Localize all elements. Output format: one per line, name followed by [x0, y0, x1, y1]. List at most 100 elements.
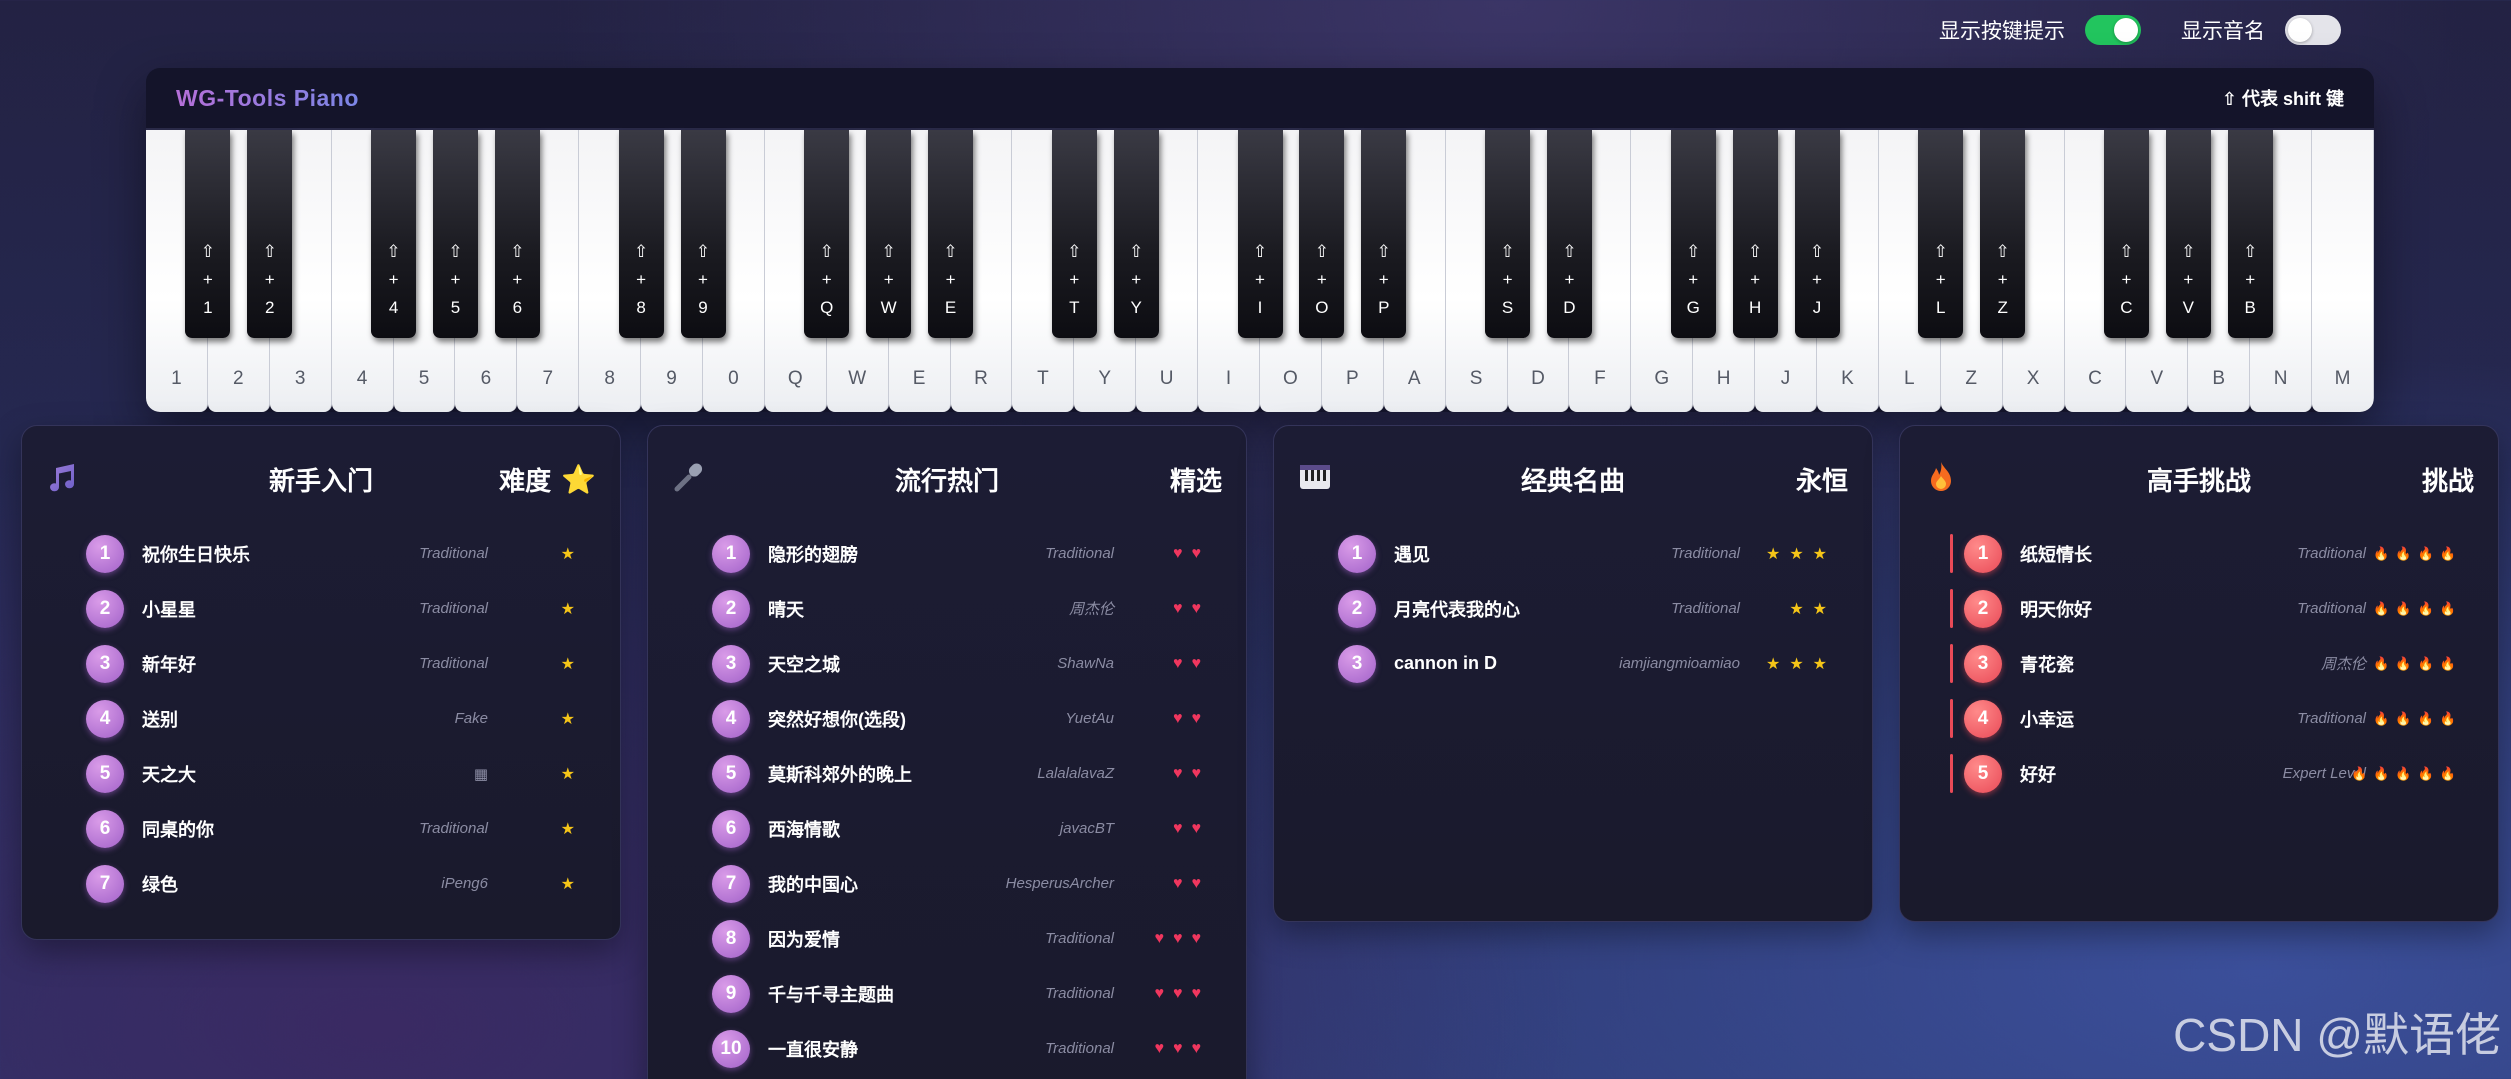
song-item[interactable]: 1 祝你生日快乐 Traditional ★ — [22, 526, 620, 581]
difficulty-rating: ♥♥ — [1173, 654, 1210, 672]
song-author: 周杰伦 — [2320, 656, 2366, 673]
song-item[interactable]: 2 晴天 周杰伦 ♥♥ — [648, 581, 1246, 636]
black-key[interactable]: ⇧ + 1 — [185, 130, 231, 338]
card-tag-label: 挑战 — [2421, 466, 2474, 496]
black-key-label: ⇧ + H — [1747, 242, 1763, 317]
black-key[interactable]: ⇧ + I — [1237, 130, 1283, 338]
difficulty-rating: 🔥🔥🔥🔥🔥 — [2351, 765, 2462, 781]
black-key-label: ⇧ + P — [1376, 242, 1391, 317]
card-header: 流行热门 精选 — [648, 426, 1246, 526]
song-item[interactable]: 9 千与千寻主题曲 Traditional ♥♥♥ — [648, 966, 1246, 1021]
song-name: 莫斯科郊外的晚上 — [768, 764, 912, 785]
card-header: 经典名曲 永恒 — [1274, 426, 1872, 526]
white-key[interactable]: M — [2312, 130, 2374, 412]
black-key[interactable]: ⇧ + O — [1299, 130, 1345, 338]
difficulty-rating: ♥♥ — [1173, 764, 1210, 782]
song-item[interactable]: 3 cannon in D iamjiangmioamiao ★★★ — [1274, 636, 1872, 691]
card-tag: 永恒 — [1796, 461, 1848, 498]
difficulty-rating: ♥♥ — [1173, 819, 1210, 837]
black-key[interactable]: ⇧ + W — [866, 130, 912, 338]
song-item[interactable]: 8 因为爱情 Traditional ♥♥♥ — [648, 911, 1246, 966]
white-key-label: M — [2334, 368, 2351, 389]
white-key-label: C — [2088, 368, 2102, 389]
song-name: cannon in D — [1394, 653, 1497, 673]
black-key-label: ⇧ + Z — [1995, 242, 2010, 317]
song-number: 3 — [1338, 644, 1376, 683]
song-author: YuetAu — [1065, 710, 1114, 727]
black-key[interactable]: ⇧ + S — [1485, 130, 1531, 338]
piano-title: WG-Tools Piano — [176, 84, 359, 111]
song-number: 4 — [712, 699, 750, 738]
song-item[interactable]: 2 小星星 Traditional ★ — [22, 581, 620, 636]
black-key[interactable]: ⇧ + P — [1361, 130, 1407, 338]
song-name: 因为爱情 — [768, 929, 840, 950]
song-number: 3 — [86, 644, 124, 683]
black-key[interactable]: ⇧ + H — [1732, 130, 1778, 338]
song-item[interactable]: 1 遇见 Traditional ★★★ — [1274, 526, 1872, 581]
black-key[interactable]: ⇧ + 4 — [371, 130, 417, 338]
key-hint-switch[interactable] — [2085, 15, 2141, 45]
song-number: 8 — [712, 919, 750, 958]
black-key[interactable]: ⇧ + Q — [804, 130, 850, 338]
white-key-label: F — [1594, 368, 1606, 389]
black-key-label: ⇧ + 4 — [386, 242, 401, 317]
piano-keyboard: 1 2 3 4 5 6 7 8 9 0 Q W E R T Y U I O P A S D F G H J K L Z X C V B N M ⇧ + … — [146, 130, 2374, 412]
black-key-label: ⇧ + C — [2119, 242, 2134, 317]
black-key[interactable]: ⇧ + 2 — [247, 130, 293, 338]
song-item[interactable]: 7 我的中国心 HesperusArcher ♥♥ — [648, 856, 1246, 911]
white-key-label: X — [2026, 368, 2040, 389]
white-key-label: 3 — [294, 368, 306, 389]
black-key[interactable]: ⇧ + C — [2103, 130, 2149, 338]
black-key[interactable]: ⇧ + E — [928, 130, 974, 338]
black-key[interactable]: ⇧ + V — [2165, 130, 2211, 338]
black-key[interactable]: ⇧ + Z — [1980, 130, 2026, 338]
song-name: 突然好想你(选段) — [768, 709, 906, 730]
white-key-label: Q — [787, 368, 803, 389]
white-key-label: 0 — [728, 368, 739, 389]
black-key-label: ⇧ + J — [1809, 242, 1825, 317]
song-item[interactable]: 10 一直很安静 Traditional ♥♥♥ — [648, 1021, 1246, 1076]
song-item[interactable]: 1 隐形的翅膀 Traditional ♥♥ — [648, 526, 1246, 581]
accent-bar — [1950, 754, 1953, 793]
black-key[interactable]: ⇧ + 8 — [618, 130, 664, 338]
white-key-label: I — [1225, 368, 1232, 389]
song-name: 遇见 — [1394, 544, 1430, 565]
song-item[interactable]: 4 送别 Fake ★ — [22, 691, 620, 746]
note-name-switch[interactable] — [2285, 15, 2341, 45]
black-key[interactable]: ⇧ + D — [1546, 130, 1592, 338]
difficulty-rating: ★ — [560, 655, 584, 673]
song-item[interactable]: 7 绿色 iPeng6 ★ — [22, 856, 620, 911]
song-item[interactable]: 5 莫斯科郊外的晚上 LalalalavaZ ♥♥ — [648, 746, 1246, 801]
song-name: 青花瓷 — [2020, 654, 2074, 675]
song-name: 好好 — [2020, 764, 2056, 785]
song-name: 晴天 — [768, 599, 804, 620]
song-item[interactable]: 3 新年好 Traditional ★ — [22, 636, 620, 691]
song-item[interactable]: 4 小幸运 Traditional 🔥🔥🔥🔥 — [1900, 691, 2498, 746]
black-key[interactable]: ⇧ + J — [1794, 130, 1840, 338]
song-author: Traditional — [1045, 985, 1114, 1002]
black-key[interactable]: ⇧ + B — [2227, 130, 2273, 338]
song-number: 4 — [1964, 699, 2002, 738]
song-author: 周杰伦 — [1068, 601, 1114, 618]
song-item[interactable]: 2 明天你好 Traditional 🔥🔥🔥🔥 — [1900, 581, 2498, 636]
black-key[interactable]: ⇧ + Y — [1113, 130, 1159, 338]
song-item[interactable]: 5 好好 Expert Level 🔥🔥🔥🔥🔥 — [1900, 746, 2498, 801]
song-item[interactable]: 6 西海情歌 javacBT ♥♥ — [648, 801, 1246, 856]
card-tag-label: 难度 — [499, 466, 552, 496]
black-key[interactable]: ⇧ + 6 — [494, 130, 540, 338]
black-key[interactable]: ⇧ + 5 — [432, 130, 478, 338]
song-item[interactable]: 3 青花瓷 周杰伦 🔥🔥🔥🔥 — [1900, 636, 2498, 691]
song-item[interactable]: 4 突然好想你(选段) YuetAu ♥♥ — [648, 691, 1246, 746]
song-item[interactable]: 1 纸短情长 Traditional 🔥🔥🔥🔥 — [1900, 526, 2498, 581]
song-name: 天空之城 — [768, 654, 840, 675]
black-key[interactable]: ⇧ + G — [1670, 130, 1716, 338]
black-key[interactable]: ⇧ + L — [1918, 130, 1964, 338]
song-item[interactable]: 3 天空之城 ShawNa ♥♥ — [648, 636, 1246, 691]
song-item[interactable]: 5 天之大 ▦ ★ — [22, 746, 620, 801]
black-key[interactable]: ⇧ + 9 — [680, 130, 726, 338]
black-key[interactable]: ⇧ + T — [1051, 130, 1097, 338]
category-card: 新手入门 难度 ⭐ 1 祝你生日快乐 Traditional ★ 2 小星星 Traditiona… — [21, 425, 621, 940]
song-item[interactable]: 2 月亮代表我的心 Traditional ★★ — [1274, 581, 1872, 636]
difficulty-rating: 🔥🔥🔥🔥 — [2373, 655, 2462, 671]
song-item[interactable]: 6 同桌的你 Traditional ★ — [22, 801, 620, 856]
